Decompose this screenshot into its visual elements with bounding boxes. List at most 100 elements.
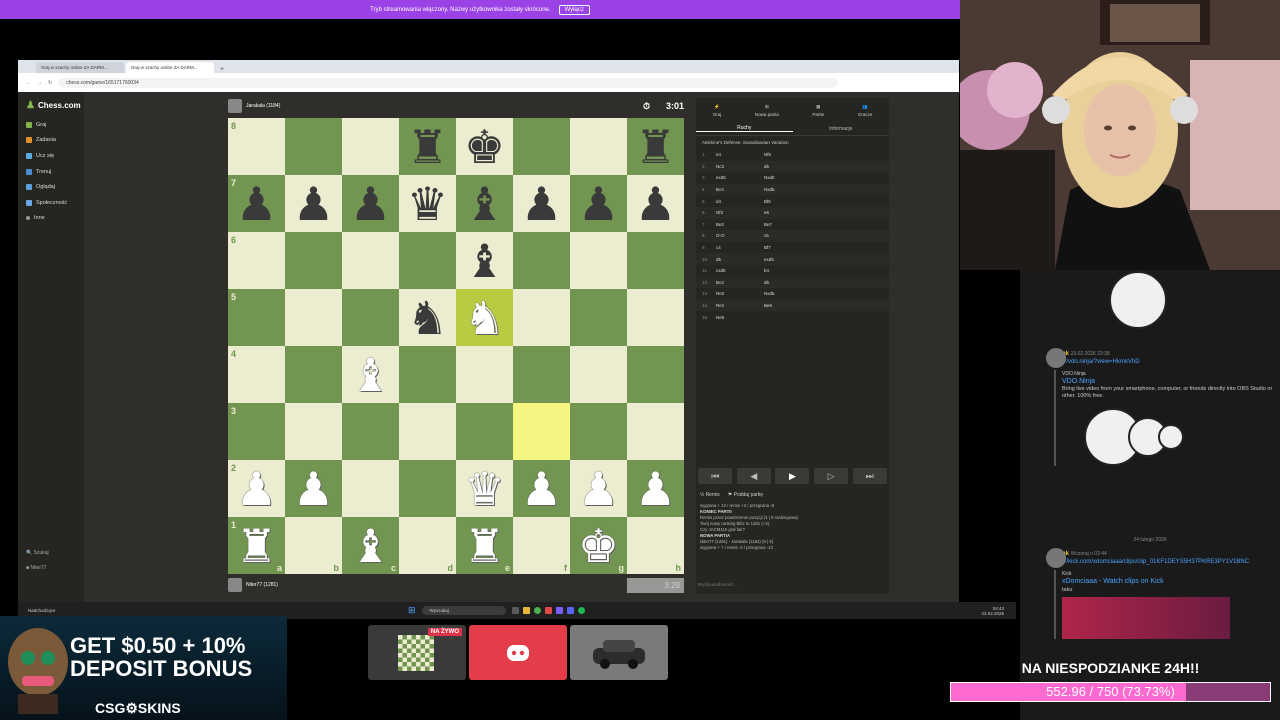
move[interactable]: Nxd5 (764, 187, 812, 192)
move[interactable]: Bc4 (716, 280, 764, 285)
forward-icon[interactable]: → (37, 80, 42, 86)
explorer-icon[interactable] (522, 607, 530, 614)
new-tab-icon[interactable]: + (216, 66, 228, 73)
black-pawn-piece[interactable]: ♟ (521, 181, 562, 227)
board-square[interactable] (627, 346, 684, 403)
white-king-piece[interactable]: ♚ (578, 523, 619, 569)
move[interactable]: exd5 (716, 175, 764, 180)
chat-link[interactable]: https://kick.com/xdomciaaa/clips/clip_01… (1050, 559, 1249, 565)
taskbar-search[interactable]: Wyszukaj (421, 606, 506, 615)
board-square[interactable]: d (399, 517, 456, 574)
board-square[interactable] (570, 118, 627, 175)
url-field[interactable]: chess.com/game/165171760034 (58, 77, 839, 88)
move[interactable]: Be6 (764, 303, 812, 308)
board-square[interactable]: 5 (228, 289, 285, 346)
reload-icon[interactable]: ↻ (48, 80, 52, 86)
black-pawn-piece[interactable]: ♟ (293, 181, 334, 227)
board-square[interactable]: ♛ (399, 175, 456, 232)
board-square[interactable]: ♟ (627, 460, 684, 517)
black-pawn-piece[interactable]: ♟ (635, 181, 676, 227)
discord-taskbar-icon[interactable] (566, 607, 574, 614)
subtab-info[interactable]: Informacje (793, 126, 890, 132)
board-square[interactable]: ♝ (456, 175, 513, 232)
move[interactable]: Nxd5 (764, 291, 812, 296)
app-icon[interactable] (555, 607, 563, 614)
board-square[interactable]: ♚ (456, 118, 513, 175)
avatar[interactable] (1046, 548, 1066, 568)
board-square[interactable] (456, 346, 513, 403)
move[interactable]: cxd5 (716, 268, 764, 273)
nav-item-puzzles[interactable]: Zadania (18, 133, 84, 149)
app-icon[interactable] (544, 607, 552, 614)
move[interactable]: Bc4 (716, 187, 764, 192)
move[interactable]: Nc3 (716, 164, 764, 169)
nav-item-more[interactable]: Inne (18, 211, 84, 227)
move[interactable]: Nf6 (764, 152, 812, 157)
white-pawn-piece[interactable]: ♟ (236, 466, 277, 512)
white-pawn-piece[interactable]: ♟ (293, 466, 334, 512)
board-square[interactable] (285, 118, 342, 175)
black-pawn-piece[interactable]: ♟ (236, 181, 277, 227)
last-move-button[interactable]: ⏭ (852, 468, 887, 484)
move[interactable]: d5 (764, 280, 812, 285)
board-square[interactable]: b (285, 517, 342, 574)
board-square[interactable]: ♞ (456, 289, 513, 346)
board-square[interactable] (342, 118, 399, 175)
tab-games[interactable]: ▦ Partie (812, 104, 824, 117)
board-square[interactable]: g ♚ (570, 517, 627, 574)
board-square[interactable]: 7 ♟ (228, 175, 285, 232)
black-rook-piece[interactable]: ♜ (635, 124, 676, 170)
search-link[interactable]: 🔍 Szukaj (26, 550, 49, 556)
board-square[interactable] (342, 232, 399, 289)
back-icon[interactable]: ← (26, 80, 31, 86)
black-bishop-piece[interactable]: ♝ (464, 238, 505, 284)
subtab-moves[interactable]: Ruchy (696, 125, 793, 132)
avatar[interactable] (1046, 348, 1066, 368)
move[interactable]: Re1 (716, 303, 764, 308)
move[interactable]: Bf5 (764, 199, 812, 204)
black-king-piece[interactable]: ♚ (464, 124, 505, 170)
disable-streaming-button[interactable]: Wyłącz (558, 4, 590, 15)
first-move-button[interactable]: ⏮ (698, 468, 733, 484)
next-alt-button[interactable]: ▷ (814, 468, 849, 484)
board-square[interactable]: ♟ (285, 175, 342, 232)
browser-tab[interactable]: Graj w szachy online ZA DARM... (36, 62, 124, 73)
board-square[interactable] (342, 460, 399, 517)
board-square[interactable]: 6 (228, 232, 285, 289)
draw-button[interactable]: ½ Remis (700, 492, 720, 498)
board-square[interactable]: c ♝ (342, 517, 399, 574)
top-player-name[interactable]: Jarakala (1184) (246, 103, 280, 109)
board-square[interactable]: 1 a ♜ (228, 517, 285, 574)
chess-board[interactable]: 8 ♜ ♚ ♜ 7 ♟ ♟ ♟ ♛ ♝ ♟ ♟ ♟ 6 ♝ 5 ♞ ♞ 4 ♝ 3 2 ♟ ♟ ♛ ♟ ♟ ♟ 1 a ♜ b c ♝ d e ♜ f g ♚… (228, 118, 684, 574)
black-queen-piece[interactable]: ♛ (407, 181, 448, 227)
white-pawn-piece[interactable]: ♟ (578, 466, 619, 512)
board-square[interactable]: ♟ (570, 175, 627, 232)
move[interactable]: c4 (716, 245, 764, 250)
chat-input[interactable]: Wyślij wiadomość... (698, 582, 737, 587)
board-square[interactable] (570, 289, 627, 346)
taskbar-clock[interactable]: 04:43 23.02.2026 (981, 606, 1004, 616)
avatar[interactable] (228, 578, 242, 592)
board-square[interactable] (285, 232, 342, 289)
embed-title[interactable]: VDO.Ninja (1062, 378, 1275, 386)
board-square[interactable]: 4 (228, 346, 285, 403)
board-square[interactable]: 3 (228, 403, 285, 460)
board-square[interactable] (627, 232, 684, 289)
board-square[interactable]: h (627, 517, 684, 574)
board-square[interactable]: ♟ (513, 460, 570, 517)
board-square[interactable]: ♜ (627, 118, 684, 175)
move[interactable]: b4 (764, 268, 812, 273)
move[interactable]: Ne5 (716, 315, 764, 320)
board-square[interactable] (342, 289, 399, 346)
board-square[interactable]: ♝ (342, 346, 399, 403)
board-square[interactable] (285, 346, 342, 403)
board-square[interactable] (513, 346, 570, 403)
embed-title[interactable]: xDomciaaa - Watch clips on Kick (1062, 578, 1278, 586)
board-square[interactable]: ♞ (399, 289, 456, 346)
board-square[interactable] (570, 346, 627, 403)
board-square[interactable] (570, 403, 627, 460)
white-pawn-piece[interactable]: ♟ (521, 466, 562, 512)
bottom-player-name[interactable]: Niter77 (1281) (246, 582, 278, 588)
move[interactable]: d5 (716, 257, 764, 262)
browser-tab-active[interactable]: Graj w szachy online ZA DARM... (126, 62, 214, 73)
